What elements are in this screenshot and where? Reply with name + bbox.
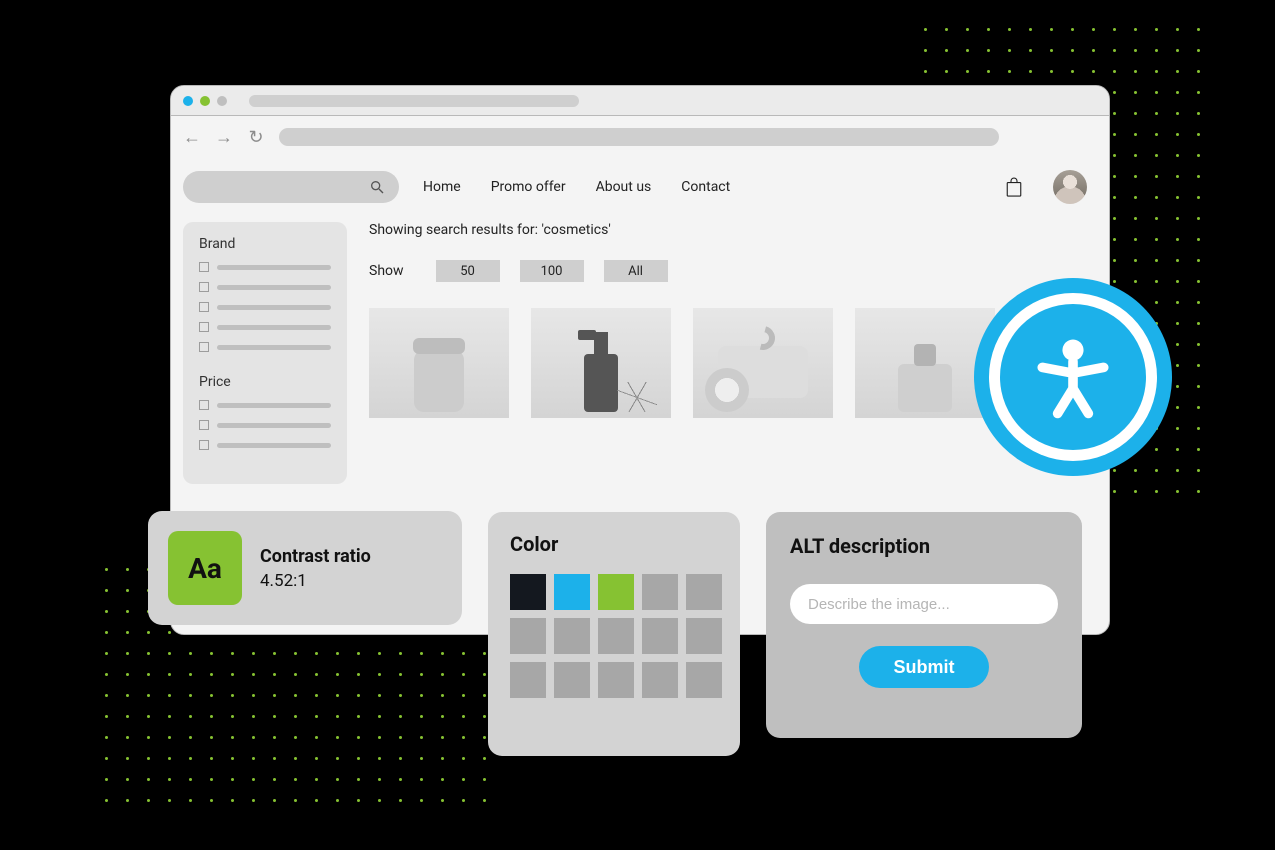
- filter-option[interactable]: [199, 302, 331, 312]
- color-swatch[interactable]: [554, 618, 590, 654]
- filter-option[interactable]: [199, 282, 331, 292]
- product-card[interactable]: [531, 308, 671, 418]
- color-swatch[interactable]: [598, 574, 634, 610]
- color-swatch[interactable]: [510, 618, 546, 654]
- show-option-50[interactable]: 50: [436, 260, 500, 282]
- nav-link-home[interactable]: Home: [423, 179, 461, 195]
- show-option-100[interactable]: 100: [520, 260, 584, 282]
- browser-titlebar: [171, 86, 1109, 116]
- contrast-title: Contrast ratio: [260, 546, 371, 567]
- accessibility-icon: [1025, 329, 1121, 425]
- search-input[interactable]: [183, 171, 399, 203]
- forward-icon[interactable]: →: [215, 127, 233, 148]
- color-swatch[interactable]: [554, 574, 590, 610]
- submit-button[interactable]: Submit: [859, 646, 989, 688]
- color-picker-card: Color: [488, 512, 740, 756]
- reload-icon[interactable]: ↻: [247, 127, 265, 148]
- window-control-dot[interactable]: [217, 96, 227, 106]
- site-header: Home Promo offer About us Contact: [183, 170, 1097, 204]
- color-swatch[interactable]: [598, 662, 634, 698]
- search-icon: [369, 179, 385, 195]
- color-swatch[interactable]: [598, 618, 634, 654]
- color-swatch[interactable]: [686, 574, 722, 610]
- color-title: Color: [510, 532, 718, 556]
- contrast-value: 4.52:1: [260, 571, 371, 591]
- color-swatch[interactable]: [510, 662, 546, 698]
- color-swatch[interactable]: [554, 662, 590, 698]
- show-label: Show: [369, 263, 404, 279]
- product-card[interactable]: [693, 308, 833, 418]
- product-card[interactable]: [369, 308, 509, 418]
- shopping-bag-icon[interactable]: [1005, 176, 1023, 198]
- color-swatch[interactable]: [642, 574, 678, 610]
- color-swatch-grid: [510, 574, 718, 698]
- color-swatch[interactable]: [686, 618, 722, 654]
- alt-title: ALT description: [790, 534, 1058, 558]
- main-nav: Home Promo offer About us Contact: [423, 179, 730, 195]
- address-bar[interactable]: [279, 128, 999, 146]
- filter-option[interactable]: [199, 400, 331, 410]
- back-icon[interactable]: ←: [183, 127, 201, 148]
- alt-description-input[interactable]: [790, 584, 1058, 624]
- filter-option[interactable]: [199, 322, 331, 332]
- color-swatch[interactable]: [642, 662, 678, 698]
- filter-option[interactable]: [199, 420, 331, 430]
- window-control-dot[interactable]: [200, 96, 210, 106]
- filter-option[interactable]: [199, 440, 331, 450]
- accessibility-badge[interactable]: [974, 278, 1172, 476]
- contrast-sample-icon: Aa: [168, 531, 242, 605]
- browser-toolbar: ← → ↻: [171, 116, 1109, 158]
- filter-option[interactable]: [199, 262, 331, 272]
- window-controls: [183, 96, 227, 106]
- color-swatch[interactable]: [686, 662, 722, 698]
- nav-link-about[interactable]: About us: [596, 179, 652, 195]
- filter-option[interactable]: [199, 342, 331, 352]
- alt-description-card: ALT description Submit: [766, 512, 1082, 738]
- filter-brand-title: Brand: [199, 236, 331, 252]
- results-heading: Showing search results for: 'cosmetics': [369, 222, 1097, 238]
- window-control-dot[interactable]: [183, 96, 193, 106]
- nav-link-promo[interactable]: Promo offer: [491, 179, 566, 195]
- browser-tab-placeholder: [249, 95, 579, 107]
- color-swatch[interactable]: [510, 574, 546, 610]
- contrast-ratio-card: Aa Contrast ratio 4.52:1: [148, 511, 462, 625]
- color-swatch[interactable]: [642, 618, 678, 654]
- nav-link-contact[interactable]: Contact: [681, 179, 730, 195]
- filter-price-title: Price: [199, 374, 331, 390]
- avatar[interactable]: [1053, 170, 1087, 204]
- filter-sidebar: Brand Price: [183, 222, 347, 484]
- show-option-all[interactable]: All: [604, 260, 668, 282]
